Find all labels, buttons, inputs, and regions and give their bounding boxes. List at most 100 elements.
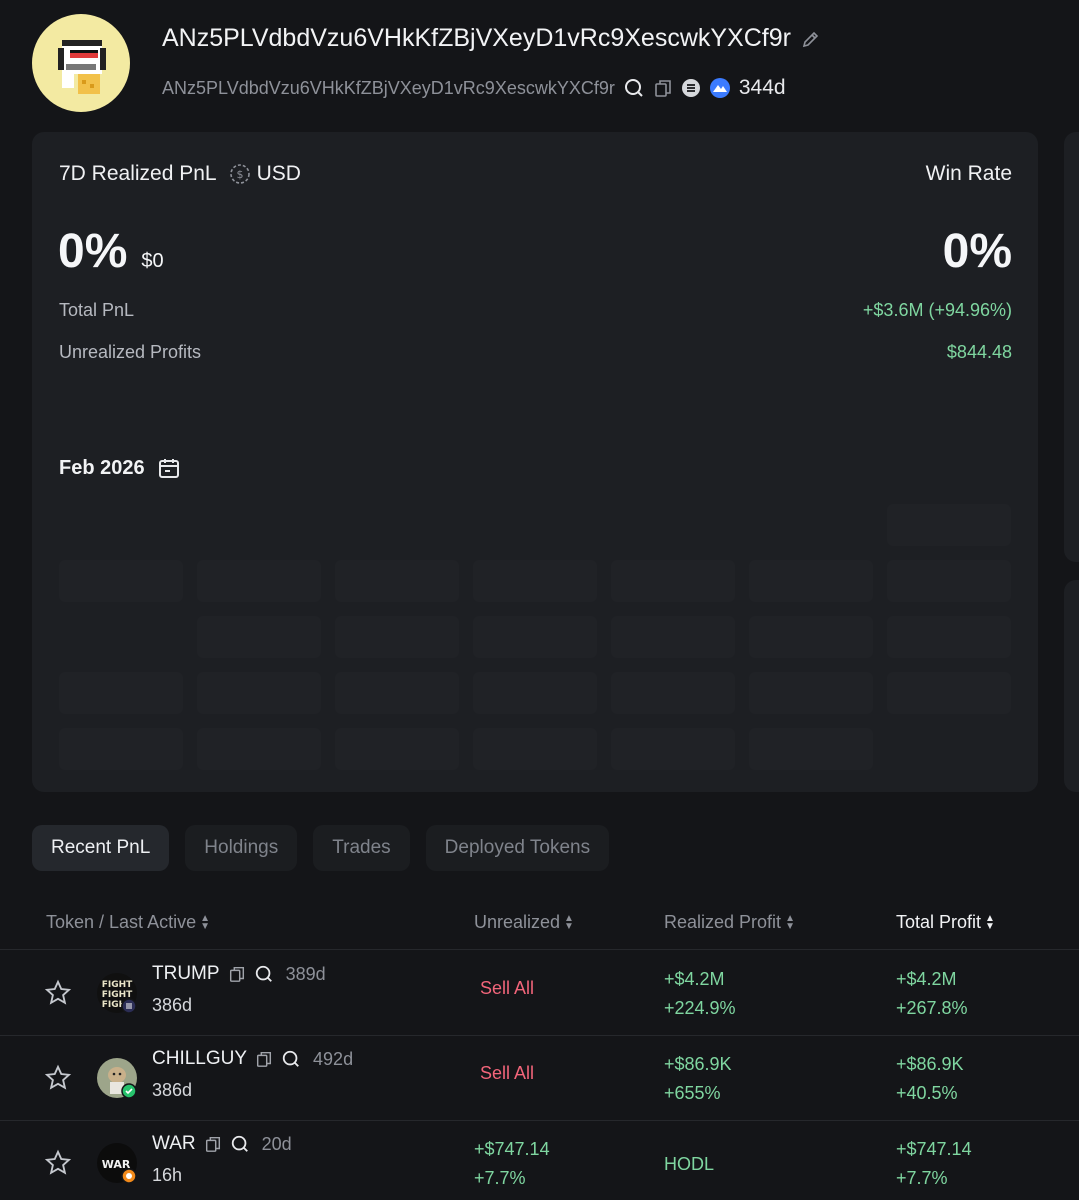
calendar-day bbox=[887, 560, 1011, 602]
token-name[interactable]: WAR bbox=[152, 1133, 196, 1155]
calendar-day bbox=[887, 504, 1011, 546]
tab-trades[interactable]: Trades bbox=[313, 825, 410, 871]
star-icon[interactable] bbox=[44, 1149, 72, 1177]
calendar-day bbox=[59, 728, 183, 770]
token-logo: WAR bbox=[97, 1143, 137, 1184]
header-token-label: Token / Last Active bbox=[46, 912, 197, 932]
calendar-day bbox=[473, 672, 597, 714]
star-icon[interactable] bbox=[44, 979, 72, 1007]
calendar-day bbox=[473, 560, 597, 602]
wallet-avatar[interactable] bbox=[32, 14, 130, 112]
search-icon[interactable] bbox=[254, 964, 274, 984]
svg-text:$: $ bbox=[236, 168, 243, 181]
header-realized[interactable]: Realized Profit ▲ ▼ bbox=[664, 912, 795, 933]
token-last-active: 386d bbox=[152, 1080, 193, 1100]
sell-all-button[interactable]: Sell All bbox=[480, 1063, 534, 1084]
search-icon[interactable] bbox=[230, 1134, 250, 1154]
wallet-subline: ANz5PLVdbdVzu6VHkKfZBjVXeyD1vRc9XescwkYX… bbox=[162, 76, 786, 100]
calendar-day bbox=[197, 560, 321, 602]
table-row[interactable]: FIGHT FIGHT FIGHT TRUMP 389d 386d Sell A… bbox=[0, 951, 1079, 1036]
calendar-day bbox=[887, 616, 1011, 658]
sort-icon: ▲ ▼ bbox=[200, 912, 210, 932]
copy-icon[interactable] bbox=[653, 78, 673, 98]
token-logo bbox=[97, 1058, 137, 1099]
realized-amount: +$4.2M bbox=[664, 969, 725, 989]
header-token[interactable]: Token / Last Active ▲ ▼ bbox=[46, 912, 210, 933]
sort-icon: ▲ ▼ bbox=[564, 912, 574, 932]
search-icon[interactable] bbox=[281, 1049, 301, 1069]
tab-recent-pnl[interactable]: Recent PnL bbox=[32, 825, 170, 871]
currency-label: USD bbox=[256, 162, 301, 185]
table-header: Token / Last Active ▲ ▼ Unrealized ▲ ▼ Rea… bbox=[0, 900, 1079, 950]
total-amount: +$747.14 bbox=[896, 1139, 972, 1159]
token-age: 20d bbox=[261, 1133, 292, 1154]
calendar-day bbox=[335, 616, 459, 658]
winrate-label: Win Rate bbox=[925, 162, 1012, 185]
wallet-title: ANz5PLVdbdVzu6VHkKfZBjVXeyD1vRc9XescwkYX… bbox=[162, 24, 821, 53]
side-panel bbox=[1064, 132, 1079, 562]
copy-icon[interactable] bbox=[255, 1050, 273, 1068]
total-percent: +40.5% bbox=[896, 1083, 958, 1103]
calendar-day bbox=[611, 672, 735, 714]
calendar-day bbox=[197, 728, 321, 770]
total-amount: +$86.9K bbox=[896, 1054, 964, 1074]
pnl-calendar-grid bbox=[59, 504, 1011, 770]
token-age: 492d bbox=[313, 1048, 354, 1069]
calendar-day bbox=[335, 672, 459, 714]
side-panel bbox=[1064, 580, 1079, 792]
calendar-day bbox=[611, 560, 735, 602]
header-total-label: Total Profit bbox=[896, 912, 982, 932]
table-row[interactable]: CHILLGUY 492d 386d Sell All +$86.9K +655… bbox=[0, 1036, 1079, 1121]
copy-icon[interactable] bbox=[204, 1135, 222, 1153]
calendar-icon[interactable] bbox=[157, 456, 181, 480]
total-percent: +267.8% bbox=[896, 998, 968, 1018]
pnl-label-text: 7D Realized PnL bbox=[59, 162, 217, 185]
svg-text:FIGHT: FIGHT bbox=[102, 980, 133, 990]
total-pnl-label: Total PnL bbox=[59, 300, 135, 320]
realized-amount: +$86.9K bbox=[664, 1054, 732, 1074]
table-row[interactable]: WAR WAR 20d 16h +$747.14 +7.7% HODL +$74… bbox=[0, 1121, 1079, 1200]
calendar-day bbox=[749, 560, 873, 602]
currency-toggle[interactable]: $ USD bbox=[229, 162, 301, 186]
header-unrealized[interactable]: Unrealized ▲ ▼ bbox=[474, 912, 574, 933]
activity-tabs: Recent PnL Holdings Trades Deployed Toke… bbox=[32, 825, 610, 871]
hodl-label: HODL bbox=[664, 1154, 715, 1174]
calendar-day bbox=[335, 560, 459, 602]
wallet-age: 344d bbox=[738, 76, 786, 99]
token-name[interactable]: CHILLGUY bbox=[152, 1048, 247, 1070]
calendar-day bbox=[59, 560, 183, 602]
unrealized-amount: +$747.14 bbox=[474, 1139, 550, 1159]
copy-icon[interactable] bbox=[228, 965, 246, 983]
wallet-header: ANz5PLVdbdVzu6VHkKfZBjVXeyD1vRc9XescwkYX… bbox=[32, 14, 1079, 114]
dollar-coin-icon: $ bbox=[229, 163, 251, 185]
platform-icon bbox=[709, 77, 731, 99]
header-realized-label: Realized Profit bbox=[664, 912, 782, 932]
token-age: 389d bbox=[285, 963, 326, 984]
total-amount: +$4.2M bbox=[896, 969, 957, 989]
calendar-day bbox=[887, 672, 1011, 714]
header-total[interactable]: Total Profit ▲ ▼ bbox=[896, 912, 995, 933]
month-label: Feb 2026 bbox=[59, 456, 145, 479]
solana-icon bbox=[681, 78, 701, 98]
realized-percent: +224.9% bbox=[664, 998, 736, 1018]
pnl-percent: 0% bbox=[58, 225, 128, 278]
wallet-title-text: ANz5PLVdbdVzu6VHkKfZBjVXeyD1vRc9XescwkYX… bbox=[162, 24, 791, 52]
tab-deployed-tokens[interactable]: Deployed Tokens bbox=[425, 825, 610, 871]
token-name[interactable]: TRUMP bbox=[152, 963, 220, 985]
calendar-day bbox=[611, 616, 735, 658]
tab-holdings[interactable]: Holdings bbox=[185, 825, 298, 871]
search-icon[interactable] bbox=[623, 77, 645, 99]
calendar-day bbox=[473, 616, 597, 658]
calendar-day bbox=[611, 728, 735, 770]
header-unrealized-label: Unrealized bbox=[474, 912, 561, 932]
winrate-value: 0% bbox=[942, 225, 1012, 278]
sort-active-icon: ▲ ▼ bbox=[985, 912, 995, 932]
month-selector[interactable]: Feb 2026 bbox=[59, 456, 181, 480]
unrealized-label: Unrealized Profits bbox=[59, 342, 202, 362]
star-icon[interactable] bbox=[44, 1064, 72, 1092]
total-percent: +7.7% bbox=[896, 1168, 948, 1188]
edit-icon[interactable] bbox=[801, 29, 821, 49]
pnl-summary-card: 7D Realized PnL $ USD Win Rate 0% $0 0% … bbox=[32, 132, 1038, 792]
sell-all-button[interactable]: Sell All bbox=[480, 978, 534, 999]
sort-icon: ▲ ▼ bbox=[785, 912, 795, 932]
